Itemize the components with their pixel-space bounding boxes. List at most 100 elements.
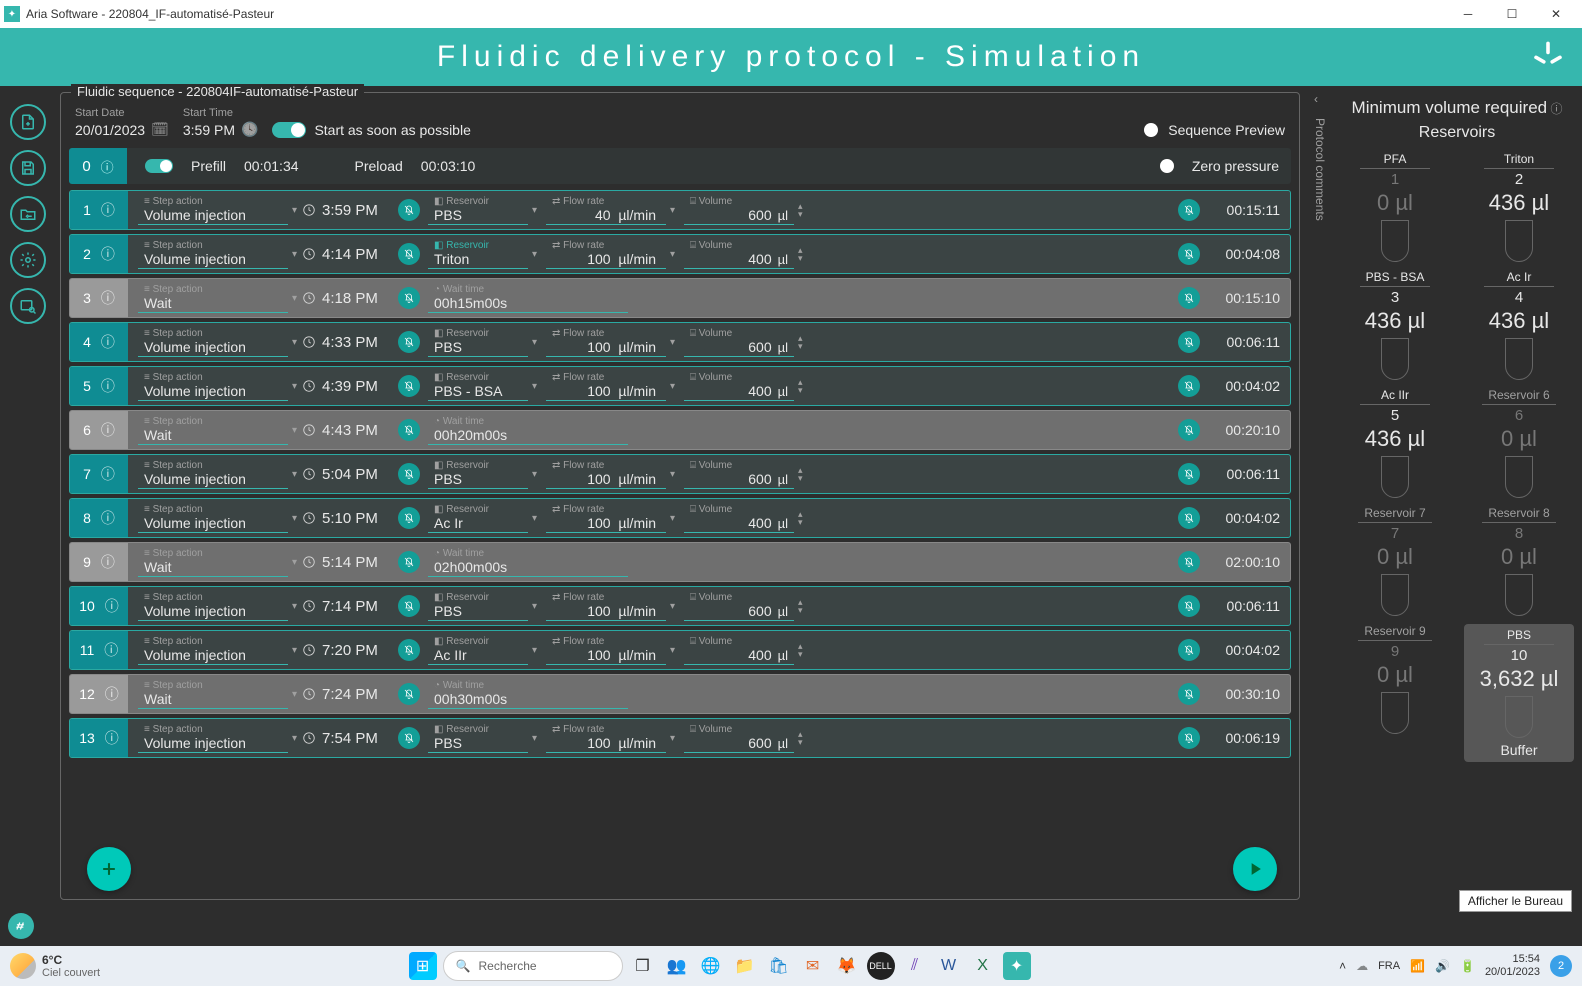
- step-action-field[interactable]: ≡ Step actionVolume injection: [138, 371, 288, 401]
- chevron-down-icon[interactable]: ▾: [532, 469, 542, 480]
- step-alert-toggle[interactable]: [394, 191, 424, 229]
- taskbar-search[interactable]: 🔍 Recherche: [443, 951, 623, 981]
- step-action-field[interactable]: ≡ Step actionVolume injection: [138, 723, 288, 753]
- taskbar-app-store[interactable]: 🛍: [765, 952, 793, 980]
- flow-rate-field[interactable]: ⇄ Flow rate40 µl/min: [546, 195, 666, 225]
- chevron-down-icon[interactable]: ▾: [670, 645, 680, 656]
- reservoir-field[interactable]: ◧ ReservoirPBS: [428, 459, 528, 489]
- chevron-down-icon[interactable]: ▾: [292, 601, 302, 612]
- volume-stepper[interactable]: ▴▾: [798, 334, 808, 350]
- volume-stepper[interactable]: ▴▾: [798, 466, 808, 482]
- settings-button[interactable]: [10, 242, 46, 278]
- chevron-down-icon[interactable]: ▾: [292, 293, 302, 304]
- step-row[interactable]: 5ⓘ≡ Step actionVolume injection▾4:39 PM◧…: [69, 366, 1291, 406]
- taskbar-app-word[interactable]: W: [935, 952, 963, 980]
- flow-rate-field[interactable]: ⇄ Flow rate100 µl/min: [546, 723, 666, 753]
- taskbar-weather[interactable]: 6°C Ciel couvert: [10, 953, 100, 979]
- step-alert-toggle[interactable]: [394, 455, 424, 493]
- tray-battery-icon[interactable]: 🔋: [1460, 959, 1475, 973]
- calendar-icon[interactable]: 🗓: [151, 121, 169, 138]
- step-alert-toggle[interactable]: [394, 631, 424, 669]
- volume-field[interactable]: ⌸ Volume400µl: [684, 635, 794, 665]
- step-alert-toggle[interactable]: [394, 719, 424, 757]
- step-alert-toggle[interactable]: [394, 367, 424, 405]
- connection-status-icon[interactable]: [8, 913, 34, 939]
- step-row[interactable]: 11ⓘ≡ Step actionVolume injection▾7:20 PM…: [69, 630, 1291, 670]
- step-row[interactable]: 2ⓘ≡ Step actionVolume injection▾4:14 PM◧…: [69, 234, 1291, 274]
- step-end-alert-toggle[interactable]: [1174, 235, 1204, 273]
- start-button[interactable]: ⊞: [409, 952, 437, 980]
- step-end-alert-toggle[interactable]: [1174, 455, 1204, 493]
- tray-wifi-icon[interactable]: 📶: [1410, 959, 1425, 973]
- step-row[interactable]: 7ⓘ≡ Step actionVolume injection▾5:04 PM◧…: [69, 454, 1291, 494]
- reservoir-field[interactable]: ◧ ReservoirAc IIr: [428, 635, 528, 665]
- close-button[interactable]: ✕: [1534, 0, 1578, 28]
- save-button[interactable]: [10, 150, 46, 186]
- taskbar-app-aria[interactable]: ✦: [1003, 952, 1031, 980]
- step-end-alert-toggle[interactable]: [1174, 675, 1204, 713]
- flow-rate-field[interactable]: ⇄ Flow rate100 µl/min: [546, 371, 666, 401]
- chevron-down-icon[interactable]: ▾: [670, 249, 680, 260]
- flow-rate-field[interactable]: ⇄ Flow rate100 µl/min: [546, 239, 666, 269]
- volume-field[interactable]: ⌸ Volume600µl: [684, 327, 794, 357]
- step-action-field[interactable]: ≡ Step actionVolume injection: [138, 503, 288, 533]
- step-action-field[interactable]: ≡ Step actionVolume injection: [138, 635, 288, 665]
- step-action-field[interactable]: ≡ Step actionWait: [138, 415, 288, 445]
- taskbar-app-edge[interactable]: 🌐: [697, 952, 725, 980]
- step-alert-toggle[interactable]: [394, 499, 424, 537]
- reservoir-field[interactable]: ◧ ReservoirPBS: [428, 195, 528, 225]
- task-view-icon[interactable]: ❐: [629, 952, 657, 980]
- chevron-down-icon[interactable]: ▾: [532, 601, 542, 612]
- reservoir-field[interactable]: ◧ ReservoirPBS: [428, 591, 528, 621]
- sequence-preview-radio[interactable]: [1144, 123, 1158, 137]
- step-alert-toggle[interactable]: [394, 675, 424, 713]
- run-button[interactable]: [1233, 847, 1277, 891]
- chevron-down-icon[interactable]: ▾: [292, 557, 302, 568]
- chevron-down-icon[interactable]: ▾: [670, 733, 680, 744]
- flow-rate-field[interactable]: ⇄ Flow rate100 µl/min: [546, 459, 666, 489]
- step-row[interactable]: 4ⓘ≡ Step actionVolume injection▾4:33 PM◧…: [69, 322, 1291, 362]
- tray-chevron-icon[interactable]: ˄: [1339, 959, 1346, 973]
- asap-toggle[interactable]: [272, 122, 306, 138]
- step-end-alert-toggle[interactable]: [1174, 323, 1204, 361]
- zero-pressure-radio[interactable]: [1160, 159, 1174, 173]
- notification-badge[interactable]: 2: [1550, 955, 1572, 977]
- wait-time-field[interactable]: ◔ Wait time00h30m00s: [428, 679, 628, 709]
- minimize-button[interactable]: ─: [1446, 0, 1490, 28]
- reservoir-field[interactable]: ◧ ReservoirAc Ir: [428, 503, 528, 533]
- tray-onedrive-icon[interactable]: ☁: [1356, 959, 1368, 973]
- chevron-down-icon[interactable]: ▾: [292, 249, 302, 260]
- volume-field[interactable]: ⌸ Volume600µl: [684, 723, 794, 753]
- volume-field[interactable]: ⌸ Volume400µl: [684, 371, 794, 401]
- chevron-down-icon[interactable]: ▾: [670, 513, 680, 524]
- chevron-down-icon[interactable]: ▾: [670, 469, 680, 480]
- chevron-down-icon[interactable]: ▾: [292, 689, 302, 700]
- chevron-down-icon[interactable]: ▾: [532, 381, 542, 392]
- step-alert-toggle[interactable]: [394, 235, 424, 273]
- chevron-down-icon[interactable]: ▾: [532, 733, 542, 744]
- step-end-alert-toggle[interactable]: [1174, 587, 1204, 625]
- reservoir-field[interactable]: ◧ ReservoirPBS: [428, 723, 528, 753]
- step-action-field[interactable]: ≡ Step actionWait: [138, 283, 288, 313]
- chevron-down-icon[interactable]: ▾: [292, 337, 302, 348]
- chevron-down-icon[interactable]: ▾: [670, 601, 680, 612]
- reservoir-field[interactable]: ◧ ReservoirPBS: [428, 327, 528, 357]
- start-date-value[interactable]: 20/01/2023: [75, 122, 145, 138]
- volume-stepper[interactable]: ▴▾: [798, 730, 808, 746]
- chevron-down-icon[interactable]: ▾: [292, 381, 302, 392]
- reservoir-field[interactable]: ◧ ReservoirTriton: [428, 239, 528, 269]
- step-row[interactable]: 13ⓘ≡ Step actionVolume injection▾7:54 PM…: [69, 718, 1291, 758]
- volume-stepper[interactable]: ▴▾: [798, 202, 808, 218]
- new-file-button[interactable]: [10, 104, 46, 140]
- step-action-field[interactable]: ≡ Step actionVolume injection: [138, 591, 288, 621]
- step-row[interactable]: 3ⓘ≡ Step actionWait▾4:18 PM◔ Wait time00…: [69, 278, 1291, 318]
- chevron-down-icon[interactable]: ▾: [292, 425, 302, 436]
- maximize-button[interactable]: ☐: [1490, 0, 1534, 28]
- step-alert-toggle[interactable]: [394, 543, 424, 581]
- step-end-alert-toggle[interactable]: [1174, 499, 1204, 537]
- volume-stepper[interactable]: ▴▾: [798, 378, 808, 394]
- step-row[interactable]: 8ⓘ≡ Step actionVolume injection▾5:10 PM◧…: [69, 498, 1291, 538]
- taskbar-app-generic1[interactable]: ⫽: [901, 952, 929, 980]
- volume-stepper[interactable]: ▴▾: [798, 510, 808, 526]
- step-row[interactable]: 1ⓘ≡ Step actionVolume injection▾3:59 PM◧…: [69, 190, 1291, 230]
